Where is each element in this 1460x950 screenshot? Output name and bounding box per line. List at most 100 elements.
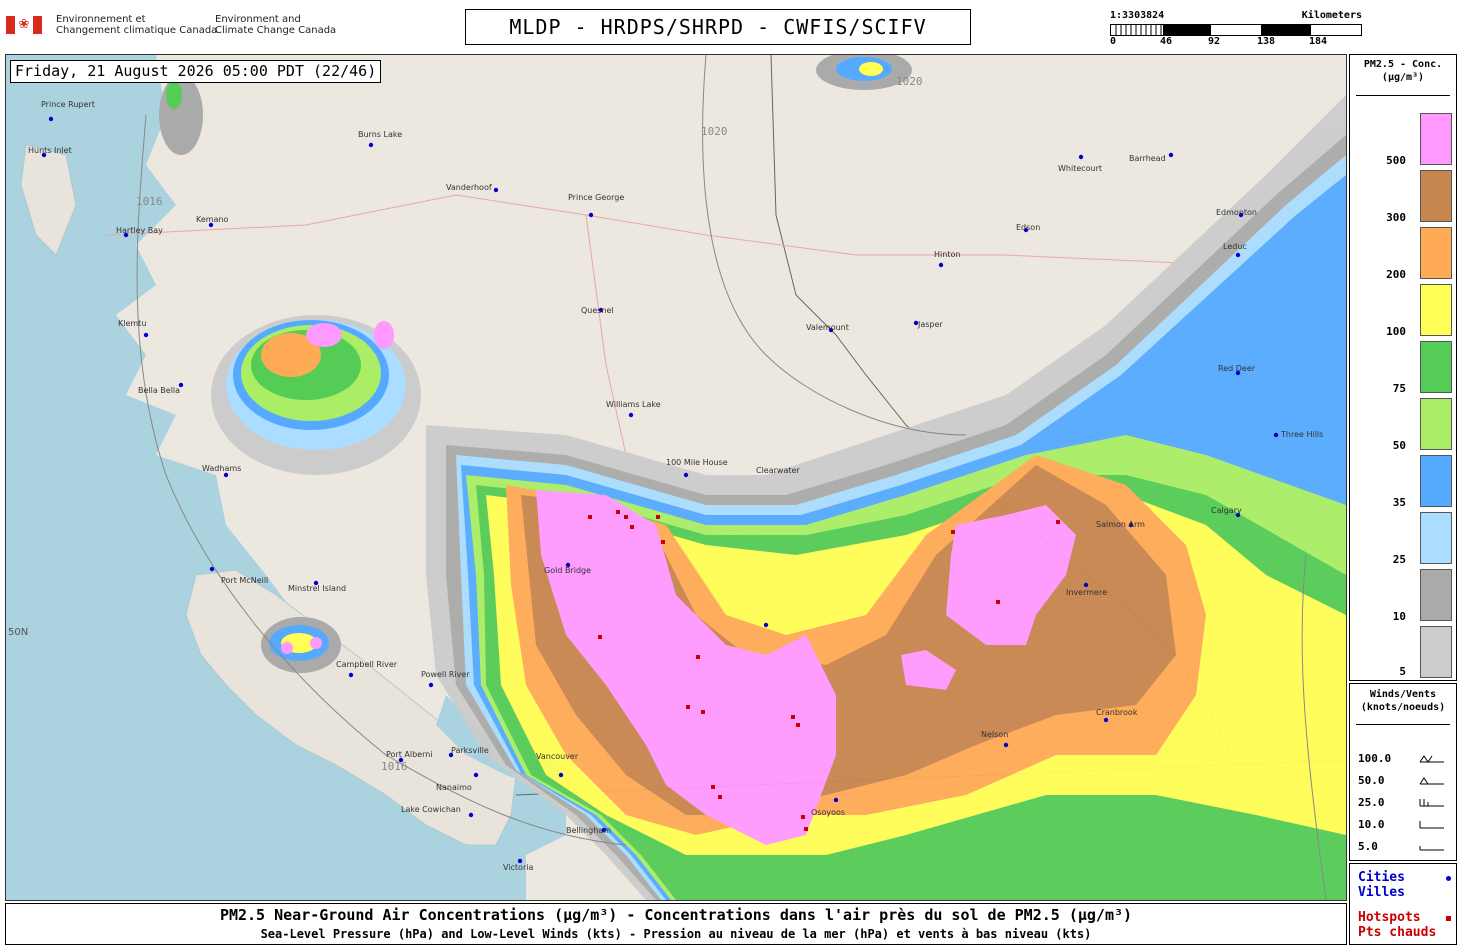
hotspot-square-icon [1446, 916, 1451, 921]
city-dot [1103, 717, 1109, 723]
city-dot-icon [1446, 876, 1451, 881]
city-label: Kemano [196, 215, 229, 224]
scale-strip [1110, 24, 1362, 36]
city-label: Minstrel Island [288, 584, 346, 593]
city-label: Hartley Bay [116, 226, 163, 235]
city-dot [1003, 742, 1009, 748]
city-label: Barrhead [1129, 154, 1166, 163]
legend-value: 25 [1392, 553, 1406, 566]
wind-barb-icon [1419, 821, 1444, 829]
scale-label: 46 [1160, 36, 1173, 47]
key-cities-en: Cities [1358, 870, 1405, 885]
legend-value: 300 [1386, 211, 1406, 224]
wind-speed: 25.0 [1358, 796, 1385, 809]
city-label: Hunts Inlet [28, 146, 72, 155]
forecast-timestamp: Friday, 21 August 2026 05:00 PDT (22/46) [10, 60, 382, 83]
key-hotspots-en: Hotspots [1358, 910, 1421, 925]
city-label: Gold Bridge [544, 566, 591, 575]
city-dot [558, 772, 564, 778]
city-label: Leduc [1223, 242, 1247, 251]
city-label: Quesnel [581, 306, 614, 315]
map-caption: PM2.5 Near-Ground Air Concentrations (µg… [5, 903, 1347, 945]
city-label: Edmonton [1216, 208, 1257, 217]
city-label: Whitecourt [1058, 164, 1102, 173]
city-dot [763, 622, 769, 628]
legend-swatch-25 [1420, 512, 1452, 564]
government-signature: ❀ Environnement et Changement climatique… [6, 12, 336, 38]
wind-speed: 100.0 [1358, 752, 1392, 765]
city-label: Prince George [568, 193, 624, 202]
wind-row: 50.0 [1358, 774, 1450, 788]
city-label: Calgary [1211, 506, 1242, 515]
smoke-map[interactable]: 1016 1020 1016 1020 50N Prince Rupert Hu… [6, 55, 1346, 900]
city-dot [628, 412, 634, 418]
smoke-plume-north [211, 315, 421, 475]
wind-row: 5.0 [1358, 840, 1450, 854]
city-dot [368, 142, 374, 148]
city-label: Lake Cowichan [401, 805, 461, 814]
city-label: Klemtu [118, 319, 146, 328]
gov-name-fr: Environnement et Changement climatique C… [56, 14, 218, 36]
city-label: Invermere [1066, 588, 1107, 597]
caption-sub: Sea-Level Pressure (hPa) and Low-Level W… [260, 927, 1092, 941]
legend-swatch-100 [1420, 284, 1452, 336]
city-label: Nanaimo [436, 783, 472, 792]
wind-legend-title: Winds/Vents (knots/noeuds) [1360, 689, 1446, 713]
wind-speed: 50.0 [1358, 774, 1385, 787]
isobar-label: 1020 [701, 125, 728, 138]
city-dot [473, 772, 479, 778]
wind-speed: 5.0 [1358, 840, 1378, 853]
wind-row: 10.0 [1358, 818, 1450, 832]
city-dot [1235, 252, 1241, 258]
legend-swatch-5 [1420, 626, 1452, 678]
city-label: Burns Lake [358, 130, 402, 139]
smoke-plume-island [261, 617, 341, 673]
wind-barb-icon [1419, 777, 1444, 785]
scale-ratio: 1:3303824 [1110, 10, 1165, 21]
city-label: Powell River [421, 670, 470, 679]
city-label: Port Alberni [386, 750, 433, 759]
city-label: Cranbrook [1096, 708, 1138, 717]
city-label: Vancouver [536, 752, 579, 761]
city-dot [428, 682, 434, 688]
gov-name-en: Environment and Climate Change Canada [215, 14, 337, 36]
legend-swatch-35 [1420, 455, 1452, 507]
product-title: MLDP - HRDPS/SHRPD - CWFIS/SCIFV [465, 9, 971, 45]
key-hotspots-fr: Pts chauds [1358, 925, 1437, 940]
legend-divider [1356, 95, 1450, 96]
legend-value: 500 [1386, 154, 1406, 167]
city-dot [209, 566, 215, 572]
city-label: Campbell River [336, 660, 398, 669]
wind-barb-icon [1419, 755, 1444, 763]
scale-bar: 1:3303824 Kilometers 0 46 92 138 184 [1110, 10, 1362, 50]
caption-main: PM2.5 Near-Ground Air Concentrations (µg… [219, 906, 1133, 924]
legend-value: 50 [1392, 439, 1406, 452]
city-label: 100 Mile House [666, 458, 728, 467]
legend-swatch-200 [1420, 227, 1452, 279]
city-label: Bellingham [566, 826, 611, 835]
map-panel[interactable]: 1016 1020 1016 1020 50N Prince Rupert Hu… [5, 54, 1347, 901]
city-label: Wadhams [202, 464, 241, 473]
city-label: Jasper [917, 320, 943, 329]
key-cities-fr: Villes [1358, 885, 1405, 900]
canada-flag-icon: ❀ [6, 16, 42, 34]
city-dot [938, 262, 944, 268]
legend-value: 5 [1399, 665, 1406, 678]
city-label: Valemount [806, 323, 849, 332]
city-label: Edson [1016, 223, 1040, 232]
legend-value: 100 [1386, 325, 1406, 338]
city-label: Vanderhoof [446, 183, 492, 192]
scale-label: 0 [1110, 36, 1117, 47]
symbol-key: Cities Villes Hotspots Pts chauds [1349, 863, 1457, 945]
city-dot [1078, 154, 1084, 160]
city-label: Parksville [451, 746, 489, 755]
city-label: Salmon Arm [1096, 520, 1145, 529]
wind-barb-icon [1419, 799, 1444, 807]
city-label: Clearwater [756, 466, 800, 475]
wind-legend: Winds/Vents (knots/noeuds) 100.0 50.0 25… [1349, 683, 1457, 861]
scale-label: 138 [1257, 36, 1276, 47]
city-dot [143, 332, 149, 338]
city-dot [1273, 432, 1279, 438]
city-label: Port McNeill [221, 576, 268, 585]
wind-row: 25.0 [1358, 796, 1450, 810]
